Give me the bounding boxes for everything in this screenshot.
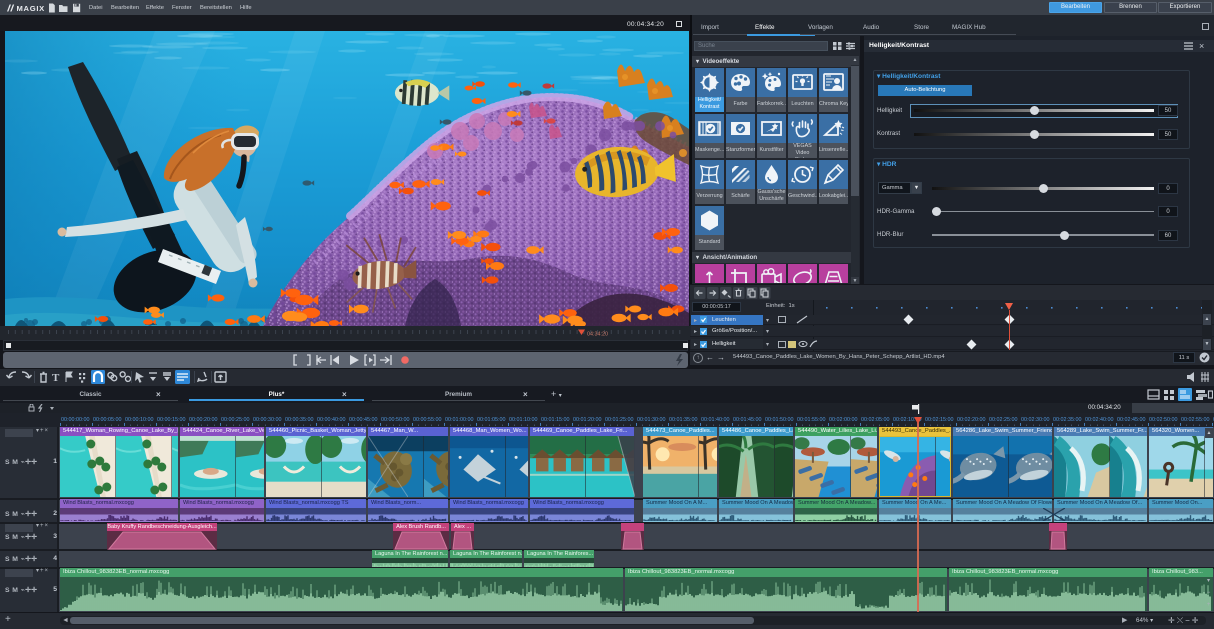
- svg-text:00:02:20:00: 00:02:20:00: [957, 417, 985, 423]
- svg-text:00:01:10:00: 00:01:10:00: [509, 417, 537, 423]
- svg-text:00:00:05:00: 00:00:05:00: [93, 417, 121, 423]
- svg-text:00:01:30:00: 00:01:30:00: [637, 417, 665, 423]
- svg-text:00:00:55:00: 00:00:55:00: [413, 417, 441, 423]
- svg-text:00:00:45:00: 00:00:45:00: [349, 417, 377, 423]
- svg-text:00:02:30:00: 00:02:30:00: [1021, 417, 1049, 423]
- svg-text:00:02:00:00: 00:02:00:00: [829, 417, 857, 423]
- svg-text:00:00:00:00: 00:00:00:00: [61, 417, 89, 423]
- svg-text:00:02:05:00: 00:02:05:00: [861, 417, 889, 423]
- svg-text:00:00:25:00: 00:00:25:00: [221, 417, 249, 423]
- svg-text:MAGIX: MAGIX: [17, 4, 45, 13]
- svg-text:00:01:40:00: 00:01:40:00: [701, 417, 729, 423]
- svg-text:00:02:40:00: 00:02:40:00: [1085, 417, 1113, 423]
- svg-text:00:02:15:00: 00:02:15:00: [925, 417, 953, 423]
- svg-text:00:01:25:00: 00:01:25:00: [605, 417, 633, 423]
- svg-text:00:00:10:00: 00:00:10:00: [125, 417, 153, 423]
- svg-text:00:01:50:00: 00:01:50:00: [765, 417, 793, 423]
- svg-text:00:02:45:00: 00:02:45:00: [1117, 417, 1145, 423]
- svg-text:00:01:35:00: 00:01:35:00: [669, 417, 697, 423]
- svg-text:00:00:15:00: 00:00:15:00: [157, 417, 185, 423]
- svg-text:00:00:50:00: 00:00:50:00: [381, 417, 409, 423]
- svg-text:00:00:30:00: 00:00:30:00: [253, 417, 281, 423]
- svg-text:00:01:55:00: 00:01:55:00: [797, 417, 825, 423]
- svg-text:00:01:15:00: 00:01:15:00: [541, 417, 569, 423]
- svg-text:00:02:55:00: 00:02:55:00: [1181, 417, 1209, 423]
- svg-text:00:02:50:00: 00:02:50:00: [1149, 417, 1177, 423]
- svg-text:00:00:35:00: 00:00:35:00: [285, 417, 313, 423]
- svg-text:00:01:45:00: 00:01:45:00: [733, 417, 761, 423]
- svg-text:00:02:35:00: 00:02:35:00: [1053, 417, 1081, 423]
- svg-text:00:01:00:00: 00:01:00:00: [445, 417, 473, 423]
- svg-text:T: T: [52, 372, 60, 384]
- svg-text:00:01:20:00: 00:01:20:00: [573, 417, 601, 423]
- svg-text:00:00:20:00: 00:00:20:00: [189, 417, 217, 423]
- svg-text:04:34:20: 04:34:20: [587, 332, 608, 338]
- svg-text:00:01:05:00: 00:01:05:00: [477, 417, 505, 423]
- svg-text:00:02:25:00: 00:02:25:00: [989, 417, 1017, 423]
- svg-text:00:00:40:00: 00:00:40:00: [317, 417, 345, 423]
